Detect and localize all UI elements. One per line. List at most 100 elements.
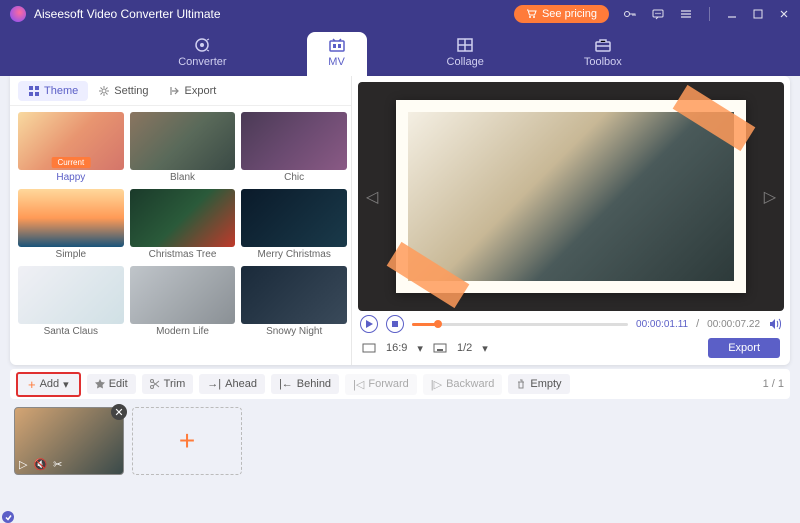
trash-icon [516, 379, 526, 389]
scale-icon[interactable] [433, 343, 447, 353]
nav-mv[interactable]: MV [307, 32, 367, 76]
clip-mute-icon[interactable]: 🔇 [33, 458, 47, 471]
add-clip-button[interactable]: + [132, 407, 242, 475]
theme-thumbnail [241, 112, 347, 170]
clip-controls: ▷ 🔇 ✂ [19, 458, 62, 471]
theme-snowy-night[interactable]: Snowy Night [241, 266, 347, 337]
empty-button[interactable]: Empty [508, 374, 569, 394]
theme-label: Modern Life [156, 326, 209, 337]
theme-santa-claus[interactable]: Santa Claus [18, 266, 124, 337]
minimize-button[interactable] [726, 8, 738, 20]
menu-icon[interactable] [679, 7, 693, 21]
collage-icon [455, 36, 475, 54]
theme-christmas-tree[interactable]: Christmas Tree [130, 189, 236, 260]
toolbox-icon [593, 36, 613, 54]
info-bar: 16:9 ▾ 1/2 ▾ Export [358, 337, 784, 359]
remove-clip-button[interactable]: ✕ [111, 404, 127, 420]
titlebar: Aiseesoft Video Converter Ultimate See p… [0, 0, 800, 28]
theme-modern-life[interactable]: Modern Life [130, 266, 236, 337]
theme-label: Santa Claus [44, 326, 98, 337]
tape-decoration [387, 242, 470, 308]
play-button[interactable] [360, 315, 378, 333]
theme-thumbnail [18, 189, 124, 247]
key-icon[interactable] [623, 7, 637, 21]
preview-frame [396, 100, 746, 293]
theme-merry-christmas[interactable]: Merry Christmas [241, 189, 347, 260]
video-preview[interactable]: ◁ ▷ [358, 82, 784, 311]
backward-button[interactable]: |▷Backward [423, 374, 503, 395]
cart-icon [526, 9, 538, 19]
feedback-icon[interactable] [651, 7, 665, 21]
ahead-button[interactable]: →|Ahead [199, 374, 265, 394]
theme-thumbnail: Current [18, 112, 124, 170]
export-icon [169, 85, 181, 97]
theme-chic[interactable]: Chic [241, 112, 347, 183]
player-controls: 00:00:01.11/00:00:07.22 [358, 311, 784, 337]
add-button[interactable]: +Add▾ [16, 372, 81, 397]
scale-value: 1/2 [457, 342, 472, 354]
theme-label: Simple [56, 249, 87, 260]
volume-icon[interactable] [768, 317, 782, 331]
theme-label: Merry Christmas [257, 249, 330, 260]
theme-label: Happy [56, 172, 85, 183]
tab-setting[interactable]: Setting [88, 81, 158, 101]
right-panel: ◁ ▷ 00:00:01.11/00:00:07.22 16:9 ▾ 1/2 ▾… [352, 76, 790, 365]
tab-export[interactable]: Export [159, 81, 227, 101]
theme-blank[interactable]: Blank [130, 112, 236, 183]
aspect-dropdown[interactable]: ▾ [417, 342, 423, 355]
theme-label: Christmas Tree [149, 249, 217, 260]
app-logo [10, 6, 26, 22]
timeline-clip[interactable]: ✕ ▷ 🔇 ✂ [14, 407, 124, 475]
theme-simple[interactable]: Simple [18, 189, 124, 260]
maximize-button[interactable] [752, 8, 764, 20]
theme-happy[interactable]: Current Happy [18, 112, 124, 183]
grid-icon [28, 85, 40, 97]
theme-grid: Current Happy Blank Chic Simple Christmas Tre… [10, 106, 351, 365]
theme-label: Snowy Night [266, 326, 322, 337]
page-indicator: 1 / 1 [763, 378, 784, 390]
trim-button[interactable]: Trim [142, 374, 194, 394]
star-icon [95, 379, 105, 389]
gear-icon [98, 85, 110, 97]
forward-button[interactable]: |◁Forward [345, 374, 417, 395]
close-button[interactable] [778, 8, 790, 20]
theme-label: Blank [170, 172, 195, 183]
edit-button[interactable]: Edit [87, 374, 136, 394]
current-tag: Current [51, 157, 90, 168]
left-panel: Theme Setting Export Current Happy Blank Ch… [10, 76, 352, 365]
clip-play-icon[interactable]: ▷ [19, 458, 27, 471]
prev-arrow-icon[interactable]: ◁ [366, 187, 378, 207]
seek-slider[interactable] [412, 323, 628, 326]
clip-toolbar: +Add▾ Edit Trim →|Ahead |←Behind |◁Forwa… [10, 369, 790, 399]
scissors-icon [150, 379, 160, 389]
plus-icon: + [179, 425, 195, 457]
total-time: 00:00:07.22 [707, 319, 760, 330]
theme-thumbnail [130, 266, 236, 324]
current-time: 00:00:01.11 [636, 319, 688, 330]
nav-converter[interactable]: Converter [158, 32, 246, 76]
aspect-icon[interactable] [362, 343, 376, 353]
main-nav: Converter MV Collage Toolbox [0, 28, 800, 76]
timeline: ✕ ▷ 🔇 ✂ + [10, 403, 790, 483]
export-button[interactable]: Export [708, 338, 780, 358]
next-arrow-icon[interactable]: ▷ [764, 187, 776, 207]
scale-dropdown[interactable]: ▾ [482, 342, 488, 355]
tab-theme[interactable]: Theme [18, 81, 88, 101]
stop-button[interactable] [386, 315, 404, 333]
tape-decoration [673, 85, 756, 151]
see-pricing-button[interactable]: See pricing [514, 5, 609, 23]
mv-icon [327, 36, 347, 54]
nav-toolbox[interactable]: Toolbox [564, 32, 642, 76]
theme-thumbnail [130, 112, 236, 170]
theme-thumbnail [18, 266, 124, 324]
clip-trim-icon[interactable]: ✂ [53, 458, 62, 471]
behind-button[interactable]: |←Behind [271, 374, 339, 394]
theme-thumbnail [241, 189, 347, 247]
titlebar-actions [623, 7, 790, 21]
nav-collage[interactable]: Collage [427, 32, 504, 76]
converter-icon [192, 36, 212, 54]
theme-label: Chic [284, 172, 304, 183]
theme-thumbnail [241, 266, 347, 324]
aspect-ratio: 16:9 [386, 342, 407, 354]
theme-thumbnail [130, 189, 236, 247]
